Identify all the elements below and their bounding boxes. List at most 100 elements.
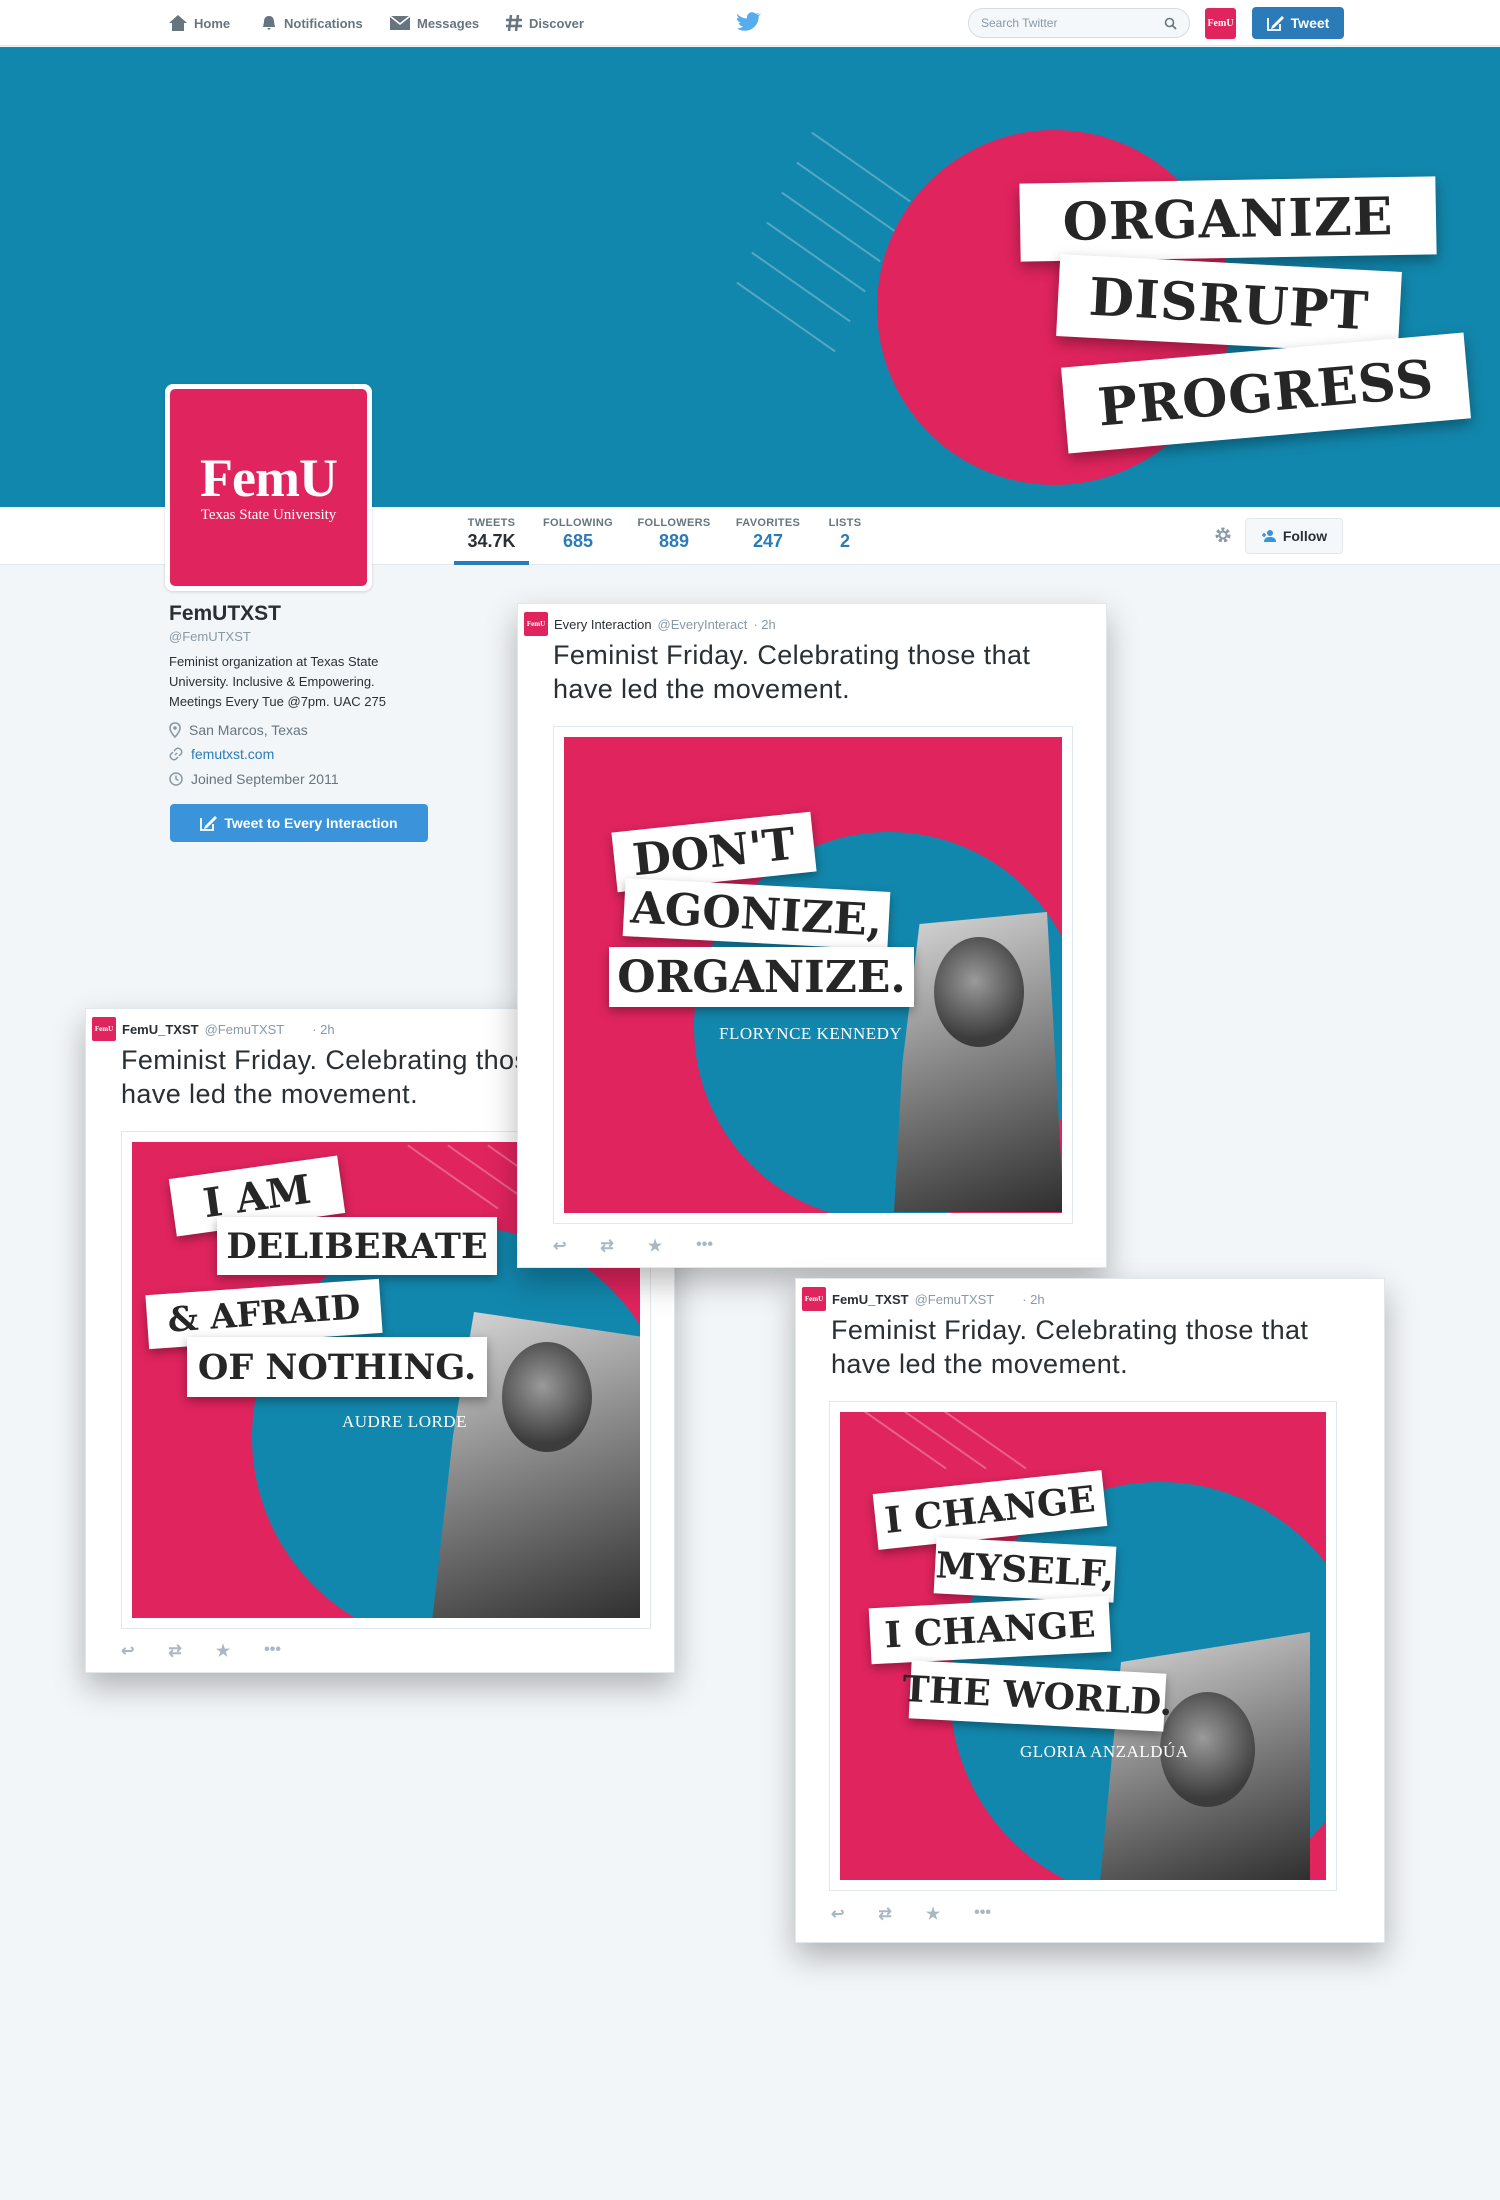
banner-stripe	[766, 221, 866, 293]
tweet-author-handle[interactable]: @FemuTXST	[205, 1022, 285, 1037]
tweet-avatar[interactable]: FemU	[802, 1287, 826, 1311]
profile-bio: Feminist organization at Texas State Uni…	[169, 654, 386, 709]
nav-messages-label: Messages	[417, 15, 480, 31]
stat-following-label: FOLLOWING	[543, 517, 613, 529]
nav-notifications[interactable]: Notifications	[260, 12, 363, 34]
reply-icon[interactable]: ↩	[831, 1904, 844, 1924]
tweet-timestamp[interactable]: · 2h	[312, 1022, 334, 1037]
compose-icon	[1266, 16, 1284, 31]
profile-website-text[interactable]: femutxst.com	[191, 746, 274, 762]
compose-tweet-button[interactable]: Tweet	[1252, 7, 1344, 39]
tweet-header: FemU FemU_TXST @FemuTXST · 2h	[92, 1017, 335, 1041]
active-tab-indicator	[454, 561, 529, 565]
home-icon	[169, 15, 187, 31]
retweet-icon[interactable]: ⇄	[168, 1641, 181, 1661]
gear-icon[interactable]	[1213, 525, 1233, 545]
tweet-avatar[interactable]: FemU	[524, 612, 548, 636]
banner-stripe	[781, 191, 881, 263]
more-icon[interactable]: •••	[974, 1904, 991, 1924]
tweet-author-name[interactable]: FemU_TXST	[122, 1022, 199, 1037]
quote-attribution: AUDRE LORDE	[342, 1412, 467, 1431]
tweet-actions: ↩ ⇄ ★ •••	[553, 1236, 713, 1256]
location-pin-icon	[169, 722, 181, 738]
search-placeholder: Search Twitter	[981, 16, 1058, 30]
profile-website[interactable]: femutxst.com	[169, 746, 274, 762]
twitter-bird-icon[interactable]	[737, 12, 761, 32]
tweet-image[interactable]: I CHANGE MYSELF, I CHANGE THE WORLD. GLO…	[829, 1401, 1337, 1891]
top-nav-bar: Home Notifications Messages Discover Sea…	[0, 0, 1500, 46]
profile-logo-text: FemU	[200, 448, 338, 508]
stat-followers-label: FOLLOWERS	[637, 517, 711, 529]
tweet-actions: ↩ ⇄ ★ •••	[831, 1904, 991, 1924]
tweet-timestamp[interactable]: · 2h	[1022, 1292, 1044, 1307]
tweet-to-button[interactable]: Tweet to Every Interaction	[170, 804, 428, 842]
profile-avatar[interactable]: FemU Texas State University	[165, 384, 372, 591]
tweet-text: Feminist Friday. Celebrating those that …	[831, 1315, 1309, 1379]
poster-stripe	[855, 1412, 947, 1470]
quote-poster: I CHANGE MYSELF, I CHANGE THE WORLD. GLO…	[840, 1412, 1326, 1880]
stat-favorites-value: 247	[752, 531, 784, 551]
more-icon[interactable]: •••	[264, 1641, 281, 1661]
nav-discover[interactable]: Discover	[505, 12, 584, 34]
profile-location-text: San Marcos, Texas	[189, 722, 308, 738]
favorite-icon[interactable]: ★	[216, 1641, 230, 1661]
poster-stripe	[407, 1144, 499, 1210]
quote-line: ORGANIZE.	[609, 947, 914, 1007]
banner-stripe	[751, 251, 851, 323]
favorite-icon[interactable]: ★	[648, 1236, 662, 1256]
profile-joined: Joined September 2011	[169, 771, 339, 787]
retweet-icon[interactable]: ⇄	[878, 1904, 891, 1924]
link-icon	[169, 747, 183, 761]
stat-followers[interactable]: FOLLOWERS 889	[634, 517, 714, 552]
stat-tweets[interactable]: TWEETS 34.7K	[454, 517, 529, 552]
tweet-author-name[interactable]: FemU_TXST	[832, 1292, 909, 1307]
search-input[interactable]: Search Twitter	[968, 8, 1190, 38]
nav-notifications-label: Notifications	[284, 15, 363, 31]
quote-poster: DON'T AGONIZE, ORGANIZE. FLORYNCE KENNED…	[564, 737, 1062, 1213]
tweet-image[interactable]: DON'T AGONIZE, ORGANIZE. FLORYNCE KENNED…	[553, 726, 1073, 1224]
tweet-card[interactable]: FemU Every Interaction @EveryInteract · …	[517, 603, 1107, 1268]
tweet-author-handle[interactable]: @EveryInteract	[658, 617, 748, 632]
more-icon[interactable]: •••	[696, 1236, 713, 1256]
tweet-header: FemU FemU_TXST @FemuTXST · 2h	[802, 1287, 1045, 1311]
stat-favorites[interactable]: FAVORITES 247	[728, 517, 808, 552]
nav-messages[interactable]: Messages	[389, 12, 479, 34]
stat-lists[interactable]: LISTS 2	[820, 517, 870, 552]
quote-line: DELIBERATE	[217, 1217, 497, 1275]
follow-button[interactable]: Follow	[1245, 518, 1343, 554]
tweet-actions: ↩ ⇄ ★ •••	[121, 1641, 281, 1661]
stat-tweets-label: TWEETS	[467, 517, 516, 529]
nav-home[interactable]: Home	[168, 12, 230, 34]
banner-word-organize: ORGANIZE	[1019, 176, 1437, 262]
account-avatar-text: FemU	[1207, 18, 1234, 29]
tweet-author-handle[interactable]: @FemuTXST	[915, 1292, 995, 1307]
tweet-text: Feminist Friday. Celebrating those that …	[553, 640, 1031, 704]
tweet-author-name[interactable]: Every Interaction	[554, 617, 652, 632]
quote-attribution: FLORYNCE KENNEDY	[719, 1024, 903, 1043]
stat-favorites-label: FAVORITES	[735, 517, 801, 529]
quote-line: THE WORLD.	[901, 1660, 1174, 1732]
nav-discover-label: Discover	[529, 15, 584, 31]
profile-logo: FemU Texas State University	[170, 389, 367, 586]
tweet-avatar[interactable]: FemU	[92, 1017, 116, 1041]
profile-handle[interactable]: @FemUTXST	[169, 629, 251, 644]
portrait-head	[934, 937, 1024, 1047]
nav-home-label: Home	[194, 15, 231, 31]
reply-icon[interactable]: ↩	[553, 1236, 566, 1256]
reply-icon[interactable]: ↩	[121, 1641, 134, 1661]
retweet-icon[interactable]: ⇄	[600, 1236, 613, 1256]
search-icon[interactable]	[1164, 17, 1177, 30]
account-avatar[interactable]: FemU	[1205, 8, 1236, 39]
profile-name[interactable]: FemUTXST	[169, 602, 281, 626]
profile-logo-subtitle: Texas State University	[200, 507, 337, 523]
tweet-timestamp[interactable]: · 2h	[753, 617, 775, 632]
stat-following-value: 685	[562, 531, 594, 551]
tweet-card[interactable]: FemU FemU_TXST @FemuTXST · 2h Feminist F…	[795, 1278, 1385, 1943]
clock-icon	[169, 772, 183, 786]
favorite-icon[interactable]: ★	[926, 1904, 940, 1924]
stat-lists-value: 2	[839, 531, 850, 551]
stat-following[interactable]: FOLLOWING 685	[538, 517, 618, 552]
add-user-icon	[1261, 530, 1276, 542]
stat-lists-label: LISTS	[828, 517, 862, 529]
banner-stripe	[811, 131, 911, 203]
